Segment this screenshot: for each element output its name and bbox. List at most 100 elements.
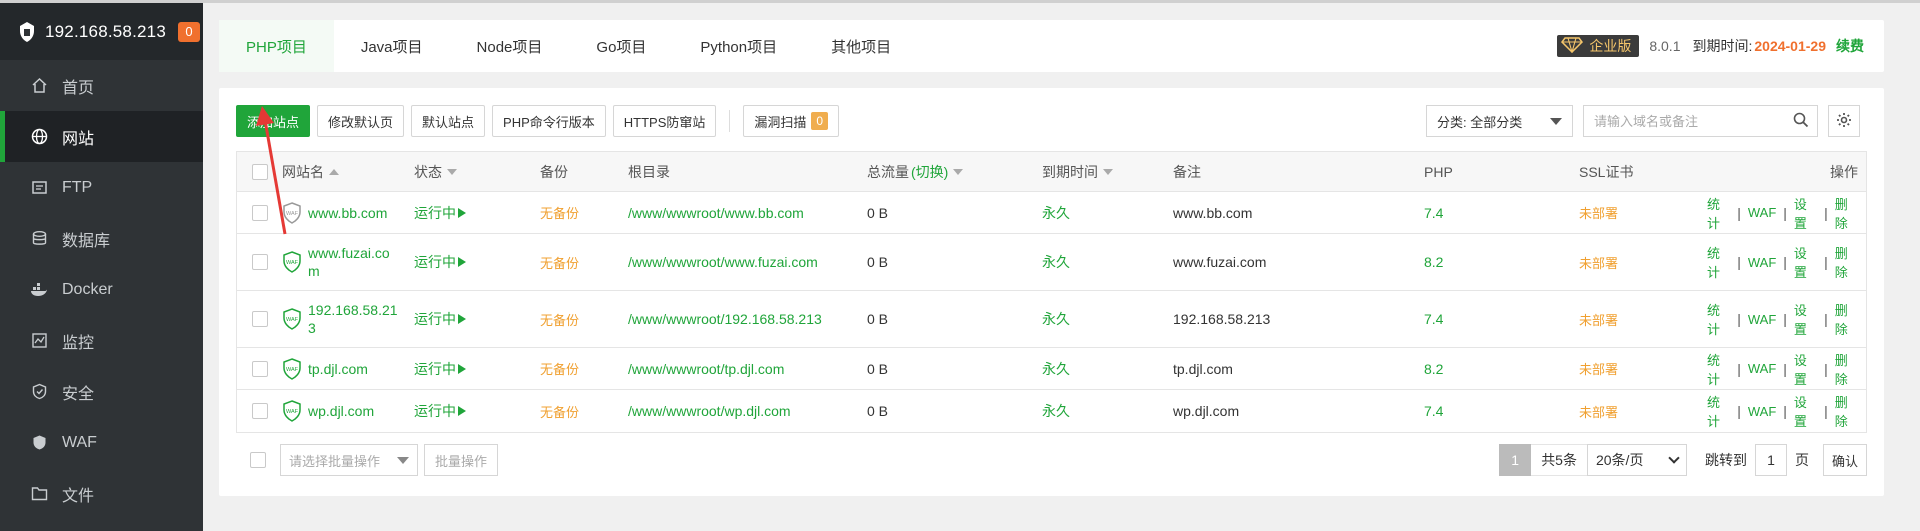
search-icon[interactable] [1793, 112, 1809, 131]
settings-link[interactable]: 设置 [1794, 350, 1817, 388]
row-checkbox[interactable] [251, 254, 268, 270]
tab-node[interactable]: Node项目 [450, 20, 570, 72]
waf-link[interactable]: WAF [1748, 255, 1776, 270]
default-site-button[interactable]: 默认站点 [411, 105, 486, 137]
ssl-link[interactable]: 未部署 [1579, 253, 1707, 272]
https-protect-button[interactable]: HTTPS防窜站 [612, 105, 717, 137]
backup-link[interactable]: 无备份 [540, 310, 628, 329]
batch-operation-select[interactable]: 请选择批量操作 [280, 444, 418, 476]
settings-link[interactable]: 设置 [1794, 194, 1817, 232]
sidebar-item-security[interactable]: 安全 [0, 366, 203, 417]
remark-value[interactable]: www.fuzai.com [1173, 254, 1424, 270]
stats-link[interactable]: 统计 [1707, 243, 1730, 281]
waf-link[interactable]: WAF [1748, 404, 1776, 419]
expire-link[interactable]: 永久 [1042, 401, 1173, 421]
site-name-link[interactable]: www.bb.com [308, 204, 398, 222]
php-version-link[interactable]: 7.4 [1424, 311, 1579, 327]
sidebar-item-waf[interactable]: WAF [0, 417, 203, 468]
tab-python[interactable]: Python项目 [673, 20, 804, 72]
delete-link[interactable]: 删除 [1835, 392, 1858, 430]
root-dir-link[interactable]: /www/wwwroot/www.fuzai.com [628, 254, 867, 270]
add-site-button[interactable]: 添加站点 [236, 105, 311, 137]
delete-link[interactable]: 删除 [1835, 194, 1858, 232]
backup-link[interactable]: 无备份 [540, 402, 628, 421]
delete-link[interactable]: 删除 [1835, 243, 1858, 281]
search-input[interactable] [1594, 113, 1784, 129]
remark-value[interactable]: tp.djl.com [1173, 361, 1424, 377]
stats-link[interactable]: 统计 [1707, 392, 1730, 430]
status-toggle[interactable]: 运行中 [414, 401, 540, 421]
traffic-switch-link[interactable]: (切换) [911, 162, 948, 182]
row-checkbox[interactable] [251, 403, 268, 419]
row-checkbox[interactable] [251, 311, 268, 327]
ssl-link[interactable]: 未部署 [1579, 359, 1707, 378]
status-toggle[interactable]: 运行中 [414, 309, 540, 329]
vuln-scan-button[interactable]: 漏洞扫描 0 [743, 105, 840, 137]
root-dir-link[interactable]: /www/wwwroot/wp.djl.com [628, 403, 867, 419]
jump-page-input[interactable]: 1 [1754, 444, 1787, 476]
sidebar-item-files[interactable]: 文件 [0, 468, 203, 519]
page-size-select[interactable]: 20条/页 [1586, 444, 1687, 476]
tab-php[interactable]: PHP项目 [219, 20, 334, 72]
status-toggle[interactable]: 运行中 [414, 252, 540, 272]
stats-link[interactable]: 统计 [1707, 300, 1730, 338]
status-toggle[interactable]: 运行中 [414, 203, 540, 223]
expire-link[interactable]: 永久 [1042, 252, 1173, 272]
delete-link[interactable]: 删除 [1835, 300, 1858, 338]
waf-link[interactable]: WAF [1748, 312, 1776, 327]
settings-button[interactable] [1828, 105, 1860, 137]
remark-value[interactable]: 192.168.58.213 [1173, 311, 1424, 327]
jump-confirm-button[interactable]: 确认 [1822, 444, 1867, 476]
sidebar-item-ftp[interactable]: FTP [0, 162, 203, 213]
stats-link[interactable]: 统计 [1707, 194, 1730, 232]
expire-link[interactable]: 永久 [1042, 203, 1173, 223]
php-version-link[interactable]: 7.4 [1424, 205, 1579, 221]
root-dir-link[interactable]: /www/wwwroot/www.bb.com [628, 205, 867, 221]
settings-link[interactable]: 设置 [1794, 392, 1817, 430]
backup-link[interactable]: 无备份 [540, 253, 628, 272]
waf-link[interactable]: WAF [1748, 361, 1776, 376]
expire-link[interactable]: 永久 [1042, 359, 1173, 379]
root-dir-link[interactable]: /www/wwwroot/192.168.58.213 [628, 311, 867, 327]
status-toggle[interactable]: 运行中 [414, 359, 540, 379]
ssl-link[interactable]: 未部署 [1579, 203, 1707, 222]
expire-link[interactable]: 永久 [1042, 309, 1173, 329]
modify-default-page-button[interactable]: 修改默认页 [317, 105, 405, 137]
sidebar-item-website[interactable]: 网站 [0, 111, 203, 162]
site-name-link[interactable]: www.fuzai.com [308, 244, 398, 280]
footer-select-all-checkbox[interactable] [250, 452, 266, 468]
ssl-link[interactable]: 未部署 [1579, 310, 1707, 329]
header-name[interactable]: 网站名 [282, 162, 414, 182]
php-version-link[interactable]: 8.2 [1424, 361, 1579, 377]
header-status[interactable]: 状态 [414, 162, 540, 182]
remark-value[interactable]: wp.djl.com [1173, 403, 1424, 419]
stats-link[interactable]: 统计 [1707, 350, 1730, 388]
sidebar-item-docker[interactable]: Docker [0, 264, 203, 315]
site-name-link[interactable]: wp.djl.com [308, 402, 398, 420]
site-name-link[interactable]: 192.168.58.213 [308, 301, 398, 337]
site-name-link[interactable]: tp.djl.com [308, 360, 398, 378]
backup-link[interactable]: 无备份 [540, 203, 628, 222]
batch-operation-button[interactable]: 批量操作 [424, 444, 499, 476]
header-expire[interactable]: 到期时间 [1042, 162, 1173, 182]
header-traffic[interactable]: 总流量 (切换) [867, 162, 1042, 182]
row-checkbox[interactable] [251, 360, 268, 377]
row-checkbox[interactable] [251, 204, 268, 221]
backup-link[interactable]: 无备份 [540, 359, 628, 378]
delete-link[interactable]: 删除 [1835, 350, 1858, 388]
remark-value[interactable]: www.bb.com [1173, 205, 1424, 221]
category-select[interactable]: 分类: 全部分类 [1426, 105, 1573, 137]
root-dir-link[interactable]: /www/wwwroot/tp.djl.com [628, 361, 867, 377]
current-page[interactable]: 1 [1499, 444, 1532, 476]
sidebar-item-database[interactable]: 数据库 [0, 213, 203, 264]
select-all-checkbox[interactable] [251, 163, 268, 180]
php-cli-version-button[interactable]: PHP命令行版本 [492, 105, 606, 137]
tab-other[interactable]: 其他项目 [804, 20, 918, 72]
sidebar-item-monitor[interactable]: 监控 [0, 315, 203, 366]
tab-java[interactable]: Java项目 [334, 20, 450, 72]
settings-link[interactable]: 设置 [1794, 243, 1817, 281]
php-version-link[interactable]: 7.4 [1424, 403, 1579, 419]
server-header[interactable]: 192.168.58.213 0 [0, 3, 203, 60]
renew-link[interactable]: 续费 [1836, 36, 1864, 56]
waf-link[interactable]: WAF [1748, 205, 1776, 220]
